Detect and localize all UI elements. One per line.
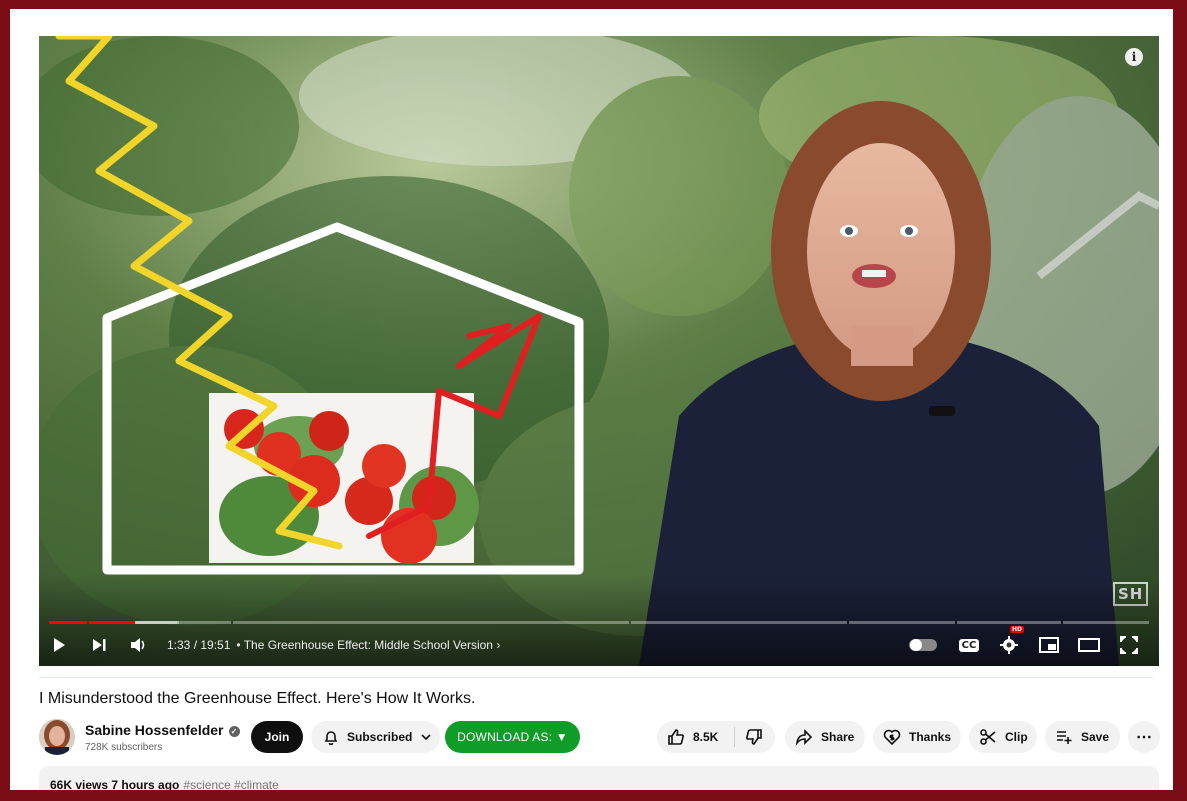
bell-icon [324,731,338,745]
progress-bar[interactable] [49,621,1149,624]
autoplay-toggle-icon[interactable] [909,630,949,660]
thanks-button[interactable]: Thanks [873,721,961,753]
volume-icon[interactable] [119,630,159,660]
clip-button[interactable]: Clip [969,721,1037,753]
fullscreen-icon[interactable] [1109,630,1149,660]
chevron-right-icon: › [496,638,501,652]
progress-fill [49,621,87,624]
scissors-icon [980,729,996,745]
views-and-date: 66K views 7 hours ago [50,778,180,790]
playlist-add-icon [1057,731,1072,744]
share-icon [795,729,813,746]
video-title: I Misunderstood the Greenhouse Effect. H… [39,690,476,707]
page: i SH 1:33 / 19:51 [10,9,1173,790]
thumbs-up-icon [668,729,684,745]
description-meta: 66K views 7 hours ago #science #climate [50,778,279,790]
channel-avatar[interactable] [39,719,75,755]
hd-badge: HD [1010,626,1025,633]
description-box[interactable]: 66K views 7 hours ago #science #climate [39,766,1159,790]
video-frame[interactable] [39,36,1159,666]
play-icon[interactable] [39,630,79,660]
chevron-down-icon [421,734,431,741]
channel-name[interactable]: Sabine Hossenfelder ✓ [85,722,240,738]
like-count: 8.5K [693,730,719,744]
share-button[interactable]: Share [785,721,865,753]
heart-dollar-icon [883,729,901,746]
join-button[interactable]: Join [251,721,303,753]
like-button[interactable]: 8.5K [667,728,718,746]
info-icon[interactable]: i [1125,48,1143,66]
save-button[interactable]: Save [1045,721,1120,753]
subscribed-button[interactable]: Subscribed [311,721,440,753]
subscriber-count: 728K subscribers [85,742,163,753]
settings-icon[interactable]: HD [989,626,1029,660]
time-display: 1:33 / 19:51 [167,638,231,652]
thumbs-down-icon [746,729,763,745]
miniplayer-icon[interactable] [1029,630,1069,660]
next-icon[interactable] [79,630,119,660]
player-controls: 1:33 / 19:51 • The Greenhouse Effect: Mi… [39,626,1159,660]
owner-row: Sabine Hossenfelder ✓ 728K subscribers Jo… [39,719,1160,755]
verified-check-icon: ✓ [228,726,240,737]
like-dislike-group: 8.5K [657,721,775,753]
chapter-title[interactable]: • The Greenhouse Effect: Middle School V… [236,638,500,652]
chapter-separator: • [236,638,241,652]
download-button[interactable]: DOWNLOAD AS: ▼ [445,721,580,753]
more-actions-button[interactable]: ⋯ [1128,721,1160,753]
hashtags[interactable]: #science #climate [183,778,278,790]
chapter-label: The Greenhouse Effect: Middle School Ver… [243,638,493,652]
dislike-button[interactable] [745,728,763,746]
theater-icon[interactable] [1069,630,1109,660]
captions-icon[interactable]: CC [949,630,989,660]
divider [39,677,1153,678]
video-player[interactable]: i SH 1:33 / 19:51 [39,36,1159,666]
